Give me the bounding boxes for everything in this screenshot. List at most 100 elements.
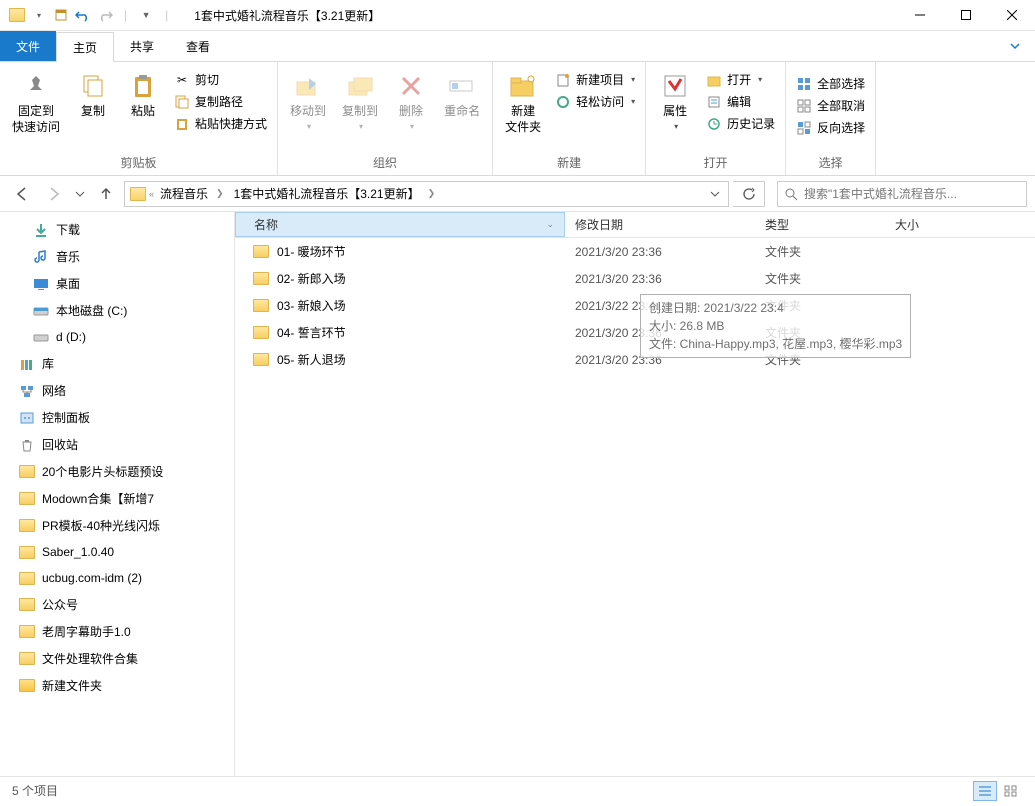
col-name[interactable]: 名称⌄ xyxy=(235,212,565,237)
view-large-icons-button[interactable] xyxy=(999,781,1023,801)
breadcrumb-seg-1[interactable]: 流程音乐❯ xyxy=(156,185,228,202)
paste-shortcut-button[interactable]: 粘贴快捷方式 xyxy=(170,114,271,133)
file-date: 2021/3/22 23:41 xyxy=(565,299,755,313)
file-type: 文件夹 xyxy=(755,324,885,341)
qat-undo-icon[interactable] xyxy=(74,6,92,24)
move-to-button[interactable]: 移动到▾ xyxy=(284,66,332,135)
file-date: 2021/3/20 23:36 xyxy=(565,353,755,367)
delete-button[interactable]: 删除▾ xyxy=(388,66,434,135)
copy-to-button[interactable]: 复制到▾ xyxy=(336,66,384,135)
copy-path-button[interactable]: 复制路径 xyxy=(170,92,271,111)
copy-button[interactable]: 复制 xyxy=(70,66,116,124)
tree-item[interactable]: d (D:) xyxy=(0,324,234,350)
view-details-button[interactable] xyxy=(973,781,997,801)
statusbar: 5 个项目 xyxy=(0,776,1035,804)
open-button[interactable]: 打开▾ xyxy=(702,70,779,89)
tree-item[interactable]: 音乐 xyxy=(0,243,234,270)
tab-home[interactable]: 主页 xyxy=(56,32,114,62)
select-none-button[interactable]: 全部取消 xyxy=(792,96,869,115)
search-input[interactable]: 搜索"1套中式婚礼流程音乐... xyxy=(777,181,1027,207)
file-row[interactable]: 04- 誓言环节2021/3/20 23:36文件夹 xyxy=(235,319,1035,346)
rename-button[interactable]: 重命名 xyxy=(438,66,486,124)
file-date: 2021/3/20 23:36 xyxy=(565,245,755,259)
qat-properties-icon[interactable] xyxy=(52,6,70,24)
tree-item-label: 本地磁盘 (C:) xyxy=(56,302,127,319)
ribbon-group-organize: 移动到▾ 复制到▾ 删除▾ 重命名 组织 xyxy=(278,62,493,175)
pin-icon xyxy=(20,70,52,102)
tree-item-label: 公众号 xyxy=(42,596,78,613)
tab-share[interactable]: 共享 xyxy=(114,31,170,61)
breadcrumb-dropdown-button[interactable] xyxy=(710,189,720,199)
tree-item[interactable]: 下载 xyxy=(0,216,234,243)
tree-item[interactable]: 控制面板 xyxy=(0,404,234,431)
col-size[interactable]: 大小 xyxy=(885,212,965,237)
ribbon-group-new: 新建 文件夹 新建项目▾ 轻松访问▾ 新建 xyxy=(493,62,646,175)
title-separator: | xyxy=(124,8,127,22)
minimize-button[interactable] xyxy=(897,0,943,31)
tree-item-label: 文件处理软件合集 xyxy=(42,650,138,667)
refresh-button[interactable] xyxy=(733,181,765,207)
new-folder-button[interactable]: 新建 文件夹 xyxy=(499,66,547,139)
invert-selection-icon xyxy=(796,120,812,136)
col-type[interactable]: 类型 xyxy=(755,212,885,237)
chevron-right-icon: ❯ xyxy=(216,188,224,199)
history-button[interactable]: 历史记录 xyxy=(702,114,779,133)
tree-item[interactable]: 新建文件夹 xyxy=(0,672,234,699)
invert-selection-button[interactable]: 反向选择 xyxy=(792,118,869,137)
file-name: 02- 新郎入场 xyxy=(277,270,346,287)
nav-forward-button[interactable] xyxy=(40,180,68,208)
breadcrumb[interactable]: « 流程音乐❯ 1套中式婚礼流程音乐【3.21更新】❯ xyxy=(124,181,729,207)
tree-item[interactable]: Saber_1.0.40 xyxy=(0,539,234,565)
tree-item[interactable]: 网络 xyxy=(0,377,234,404)
cut-button[interactable]: ✂剪切 xyxy=(170,70,271,89)
easy-access-button[interactable]: 轻松访问▾ xyxy=(551,92,639,111)
rename-icon xyxy=(446,70,478,102)
breadcrumb-seg-2[interactable]: 1套中式婚礼流程音乐【3.21更新】❯ xyxy=(230,185,440,202)
nav-history-button[interactable] xyxy=(72,180,88,208)
nav-up-button[interactable] xyxy=(92,180,120,208)
tree-item[interactable]: ucbug.com-idm (2) xyxy=(0,565,234,591)
select-all-icon xyxy=(796,76,812,92)
tree-item[interactable]: 20个电影片头标题预设 xyxy=(0,458,234,485)
tree-item-label: d (D:) xyxy=(56,330,86,344)
new-item-button[interactable]: 新建项目▾ xyxy=(551,70,639,89)
tree-item[interactable]: 桌面 xyxy=(0,270,234,297)
tree-item[interactable]: 库 xyxy=(0,350,234,377)
pin-to-quick-access-button[interactable]: 固定到 快速访问 xyxy=(6,66,66,139)
file-row[interactable]: 02- 新郎入场2021/3/20 23:36文件夹 xyxy=(235,265,1035,292)
file-row[interactable]: 03- 新娘入场2021/3/22 23:41文件夹 xyxy=(235,292,1035,319)
edit-button[interactable]: 编辑 xyxy=(702,92,779,111)
col-date[interactable]: 修改日期 xyxy=(565,212,755,237)
properties-button[interactable]: 属性▾ xyxy=(652,66,698,135)
tree-item[interactable]: Modown合集【新增7 xyxy=(0,485,234,512)
nav-back-button[interactable] xyxy=(8,180,36,208)
tree-item[interactable]: 文件处理软件合集 xyxy=(0,645,234,672)
breadcrumb-overflow[interactable]: « xyxy=(149,189,154,199)
file-name: 03- 新娘入场 xyxy=(277,297,346,314)
qat-redo-icon[interactable] xyxy=(96,6,114,24)
paste-button[interactable]: 粘贴 xyxy=(120,66,166,124)
tree-item-icon xyxy=(32,303,50,319)
tab-file[interactable]: 文件 xyxy=(0,31,56,61)
down-icon[interactable]: ▼ xyxy=(137,6,155,24)
file-row[interactable]: 01- 暖场环节2021/3/20 23:36文件夹 xyxy=(235,238,1035,265)
tree-item-icon xyxy=(18,678,36,694)
file-row[interactable]: 05- 新人退场2021/3/20 23:36文件夹 xyxy=(235,346,1035,373)
file-rows: 01- 暖场环节2021/3/20 23:36文件夹02- 新郎入场2021/3… xyxy=(235,238,1035,776)
tree-item[interactable]: 回收站 xyxy=(0,431,234,458)
tree-item[interactable]: 老周字幕助手1.0 xyxy=(0,618,234,645)
tab-view[interactable]: 查看 xyxy=(170,31,226,61)
tree-item[interactable]: 本地磁盘 (C:) xyxy=(0,297,234,324)
ribbon-group-select: 全部选择 全部取消 反向选择 选择 xyxy=(786,62,876,175)
close-button[interactable] xyxy=(989,0,1035,31)
maximize-button[interactable] xyxy=(943,0,989,31)
folder-icon xyxy=(253,299,269,312)
qat-dropdown-icon[interactable]: ▾ xyxy=(30,6,48,24)
ribbon-expand-button[interactable] xyxy=(995,31,1035,61)
tree-item-icon xyxy=(18,570,36,586)
tree-item[interactable]: PR模板-40种光线闪烁 xyxy=(0,512,234,539)
nav-tree[interactable]: 下载音乐桌面本地磁盘 (C:) d (D:) 库网络控制面板回收站20个电影片头标题… xyxy=(0,212,235,776)
select-all-button[interactable]: 全部选择 xyxy=(792,74,869,93)
tree-item[interactable]: 公众号 xyxy=(0,591,234,618)
copy-to-icon xyxy=(344,70,376,102)
